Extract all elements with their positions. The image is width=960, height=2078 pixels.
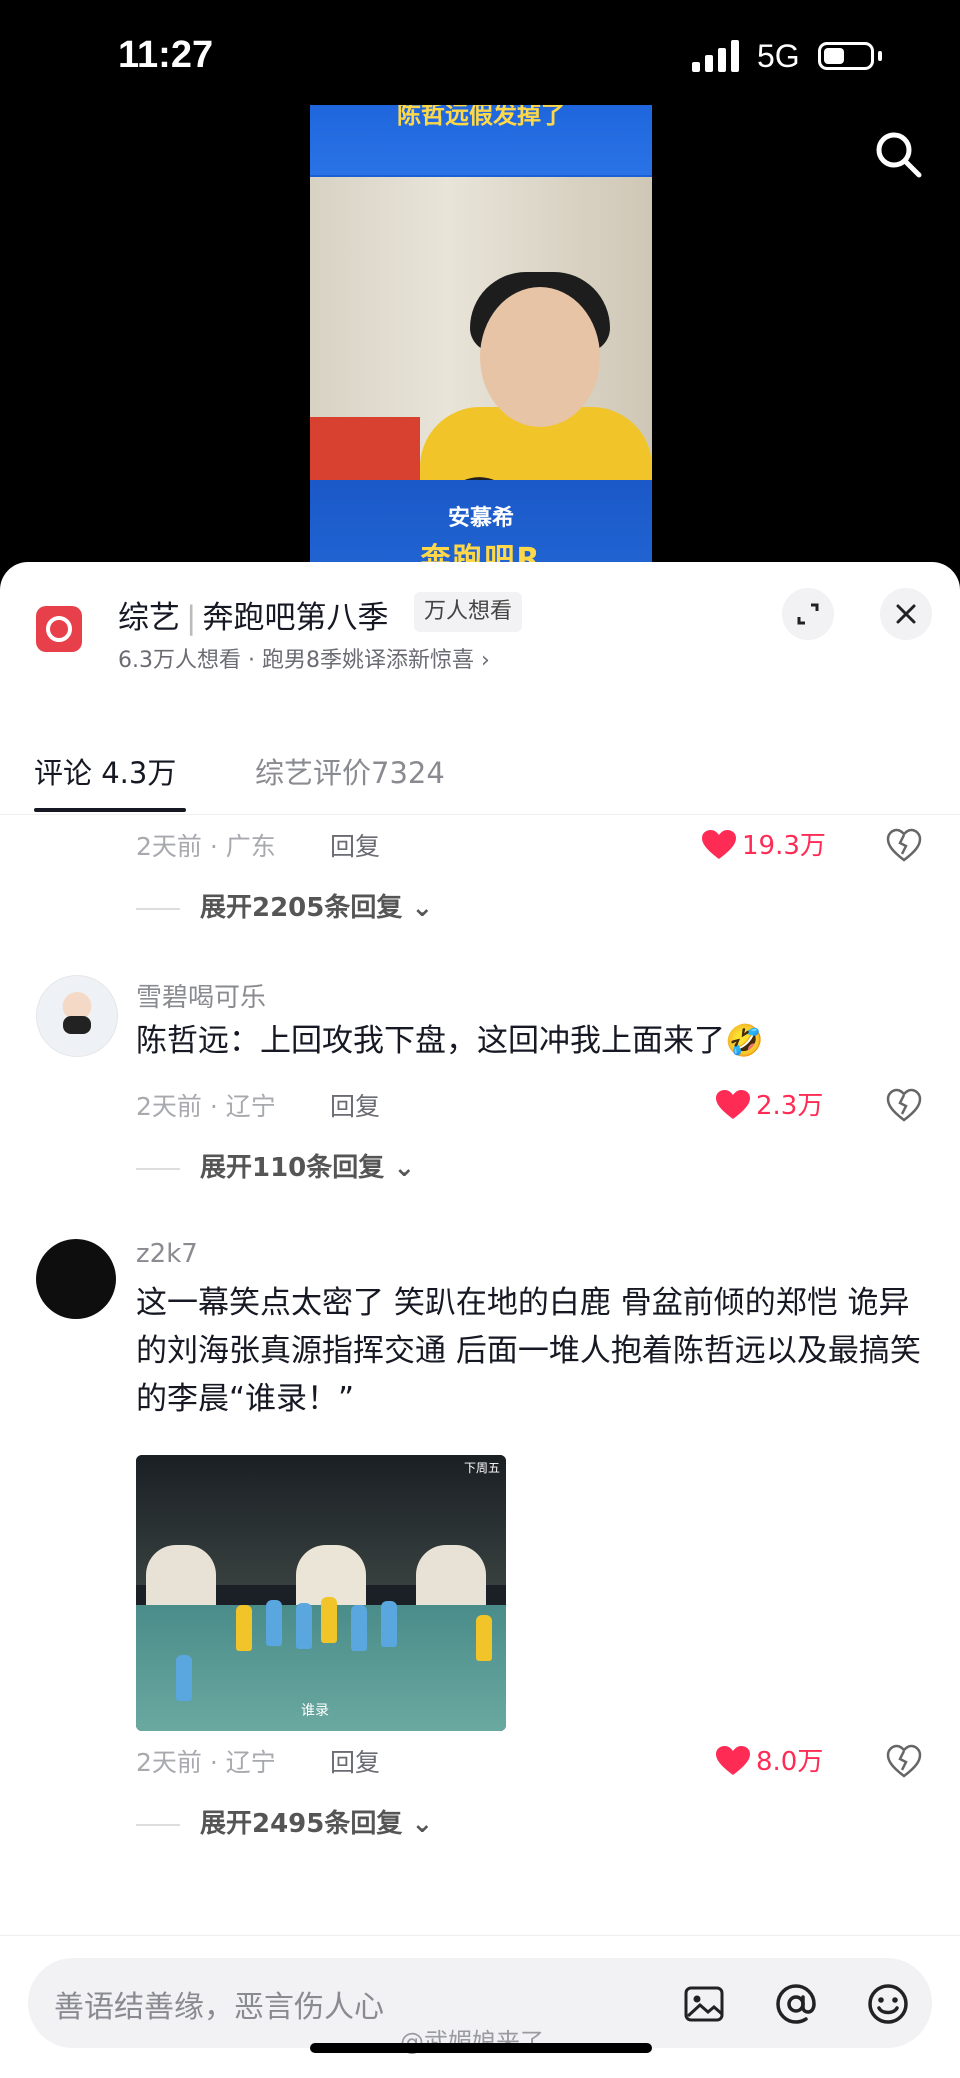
heart-icon [716, 1746, 750, 1775]
image-caption: 谁录 [301, 1703, 329, 1719]
emoji-icon[interactable] [864, 1980, 912, 2028]
status-time: 11:27 [118, 34, 214, 76]
tab-comments[interactable]: 评论 4.3万 [34, 750, 176, 792]
expand-replies-label: 展开110条回复 ⌄ [200, 1153, 416, 1183]
expand-replies[interactable]: 展开2495条回复 ⌄ [136, 1803, 433, 1840]
home-indicator[interactable] [310, 2043, 652, 2053]
close-icon[interactable] [880, 588, 932, 640]
comment-image[interactable]: 下周五 谁录 [136, 1455, 506, 1731]
video-caption: 陈哲远假发掉了 [310, 105, 652, 175]
comment-meta: 2天前 · 广东 [136, 832, 276, 861]
video-brand: 安慕希 [447, 506, 514, 531]
show-title[interactable]: 综艺 | 奔跑吧第八季 [118, 592, 388, 637]
heart-icon [716, 1090, 750, 1119]
like-button[interactable]: 2.3万 [716, 1085, 823, 1122]
reply-button[interactable]: 回复 [330, 1743, 380, 1779]
tab-active-indicator [34, 808, 186, 812]
reply-button[interactable]: 回复 [330, 827, 380, 863]
avatar[interactable] [36, 1239, 116, 1319]
expand-replies-label: 展开2495条回复 ⌄ [200, 1809, 434, 1839]
expand-replies-label: 展开2205条回复 ⌄ [200, 893, 434, 923]
reply-button[interactable]: 回复 [330, 1087, 380, 1123]
image-label: 下周五 [463, 1461, 500, 1475]
comment-sheet: 综艺 | 奔跑吧第八季 万人想看 6.3万人想看 · 跑男8季姚译添新惊喜 › 评论… [0, 562, 960, 2078]
image-icon[interactable] [680, 1980, 728, 2028]
video-logo: 奔跑吧R [420, 542, 542, 565]
like-count: 2.3万 [756, 1091, 824, 1121]
show-name: 奔跑吧第八季 [202, 600, 389, 636]
comment-input-placeholder: 善语结善缘，恶言伤人心 [54, 1990, 384, 2025]
mention-icon[interactable] [772, 1980, 820, 2028]
video-banner: 安慕希 奔跑吧R [310, 480, 652, 565]
tab-show-reviews[interactable]: 综艺评价7324 [255, 750, 445, 792]
tab-bar: 评论 4.3万 综艺评价7324 [0, 722, 960, 815]
show-icon [36, 606, 82, 652]
want-tag: 万人想看 [414, 592, 523, 632]
like-count: 19.3万 [742, 831, 826, 861]
expand-replies[interactable]: 展开2205条回复 ⌄ [136, 887, 433, 924]
avatar[interactable] [36, 975, 118, 1057]
comment-text: 陈哲远：上回攻我下盘，这回冲我上面来了🤣 [136, 1023, 764, 1059]
category-label: 综艺 [118, 600, 180, 636]
like-button[interactable]: 8.0万 [716, 1741, 823, 1778]
dislike-icon[interactable] [886, 1087, 922, 1123]
signal-icon [692, 40, 739, 72]
username[interactable]: 雪碧喝可乐 [136, 977, 266, 1014]
like-button[interactable]: 19.3万 [702, 825, 826, 862]
comment-list[interactable]: 2天前 · 广东 回复 19.3万 展开2205条回复 ⌄ 雪碧喝可乐 陈哲远：… [0, 815, 960, 1935]
dislike-icon[interactable] [886, 1743, 922, 1779]
username[interactable]: z2k7 [136, 1239, 198, 1269]
dislike-icon[interactable] [886, 827, 922, 863]
expand-replies[interactable]: 展开110条回复 ⌄ [136, 1147, 415, 1184]
status-bar: 11:27 5G [0, 0, 960, 110]
comment-meta: 2天前 · 辽宁 [136, 1092, 276, 1121]
show-subtitle[interactable]: 6.3万人想看 · 跑男8季姚译添新惊喜 › [118, 642, 490, 674]
heart-icon [702, 830, 736, 859]
comment-text: 这一幕笑点太密了 笑趴在地的白鹿 骨盆前倾的郑恺 诡异的刘海张真源指挥交通 后面… [136, 1285, 921, 1417]
battery-icon [818, 42, 874, 70]
video-player[interactable]: 陈哲远假发掉了 安慕希 奔跑吧R [310, 105, 652, 565]
expand-icon[interactable] [782, 588, 834, 640]
like-count: 8.0万 [756, 1747, 824, 1777]
network-label: 5G [757, 38, 800, 74]
search-icon[interactable] [872, 128, 924, 180]
comment-meta: 2天前 · 辽宁 [136, 1748, 276, 1777]
